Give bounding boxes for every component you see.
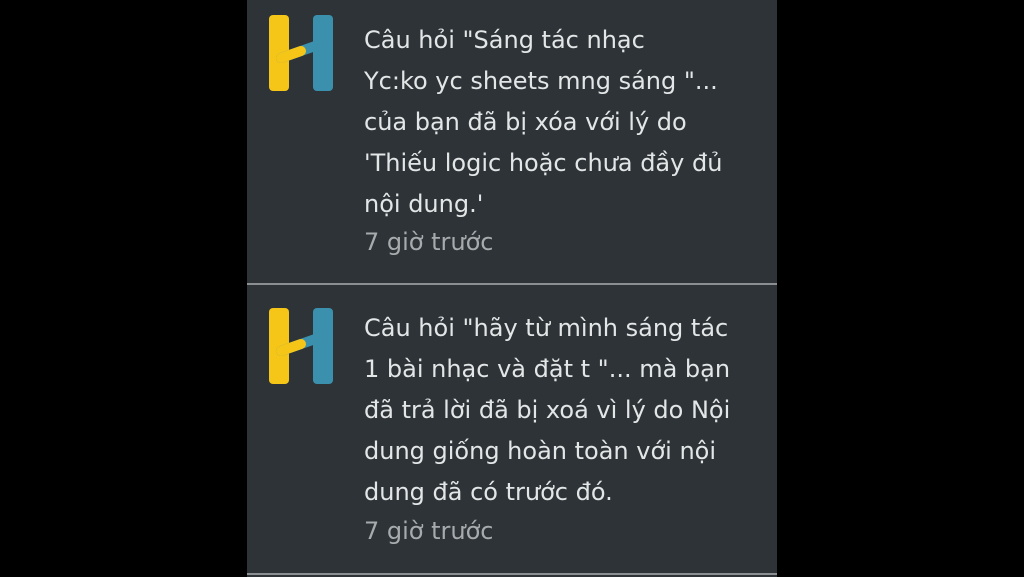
notification-message: Câu hỏi "Sáng tác nhạc Yc:ko yc sheets m… [364,26,723,218]
notification-message: Câu hỏi "hãy từ mình sáng tác 1 bài nhạc… [364,314,731,506]
notification-item[interactable]: Câu hỏi "hãy từ mình sáng tác 1 bài nhạc… [247,286,777,569]
hoc24-h-logo-icon [269,308,333,384]
notification-time: 7 giờ trước [364,228,494,256]
divider [247,283,777,285]
divider [247,573,777,575]
notification-item[interactable]: Câu hỏi "Sáng tác nhạc Yc:ko yc sheets m… [247,0,777,283]
notification-panel: Câu hỏi "Sáng tác nhạc Yc:ko yc sheets m… [247,0,777,577]
screen: Câu hỏi "Sáng tác nhạc Yc:ko yc sheets m… [0,0,1024,577]
hoc24-h-logo-icon [269,15,333,91]
notification-time: 7 giờ trước [364,517,494,545]
